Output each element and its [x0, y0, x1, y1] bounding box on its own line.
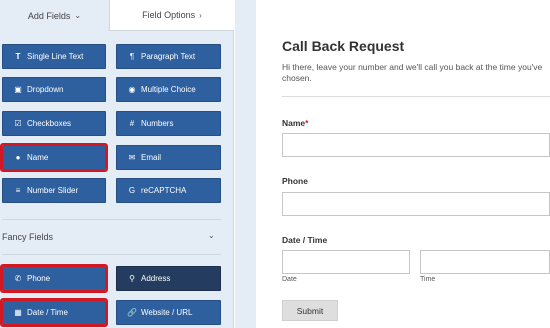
panel-tabs: Add Fields ⌄ Field Options › [0, 0, 234, 31]
field-label: Date / Time [27, 308, 68, 317]
tab-add-fields[interactable]: Add Fields ⌄ [0, 0, 110, 31]
field-label: Multiple Choice [141, 85, 196, 94]
slider-icon: ≡ [15, 186, 21, 195]
field-label: Checkboxes [27, 119, 72, 128]
description-divider [282, 96, 550, 97]
dropdown-button[interactable]: ▣ Dropdown [2, 77, 106, 102]
link-icon: 🔗 [127, 308, 137, 317]
phone-input[interactable] [282, 192, 550, 216]
date-sublabel: Date [282, 276, 297, 283]
text-icon: 𝐓 [15, 51, 21, 61]
form-title: Call Back Request [282, 38, 405, 54]
recaptcha-button[interactable]: G reCAPTCHA [116, 178, 221, 203]
section-divider [2, 219, 221, 220]
chevron-right-icon: › [199, 10, 202, 20]
phone-label: Phone [282, 176, 308, 186]
name-button[interactable]: ● Name [0, 143, 108, 172]
google-icon: G [128, 186, 136, 195]
radio-icon: ◉ [128, 85, 136, 94]
field-label: Email [141, 153, 162, 162]
tab-field-options-label: Field Options [142, 10, 196, 20]
number-slider-button[interactable]: ≡ Number Slider [2, 178, 106, 203]
map-marker-icon: ⚲ [129, 274, 135, 283]
checkboxes-button[interactable]: ☑ Checkboxes [2, 111, 106, 136]
section-divider [2, 254, 221, 255]
field-label: Dropdown [27, 85, 64, 94]
name-input[interactable] [282, 133, 550, 157]
website-url-button[interactable]: 🔗 Website / URL [116, 300, 221, 325]
user-icon: ● [15, 153, 21, 162]
field-label: Website / URL [141, 308, 193, 317]
checkbox-icon: ☑ [14, 119, 22, 128]
paragraph-text-button[interactable]: ¶ Paragraph Text [116, 44, 221, 69]
multiple-choice-button[interactable]: ◉ Multiple Choice [116, 77, 221, 102]
numbers-button[interactable]: # Numbers [116, 111, 221, 136]
field-label: Name [27, 153, 49, 162]
paragraph-icon: ¶ [129, 52, 135, 61]
hash-icon: # [129, 119, 135, 128]
form-preview: Call Back Request Hi there, leave your n… [256, 12, 550, 328]
phone-icon: ✆ [14, 274, 22, 283]
field-label: Numbers [141, 119, 174, 128]
field-label: Address [141, 274, 171, 283]
submit-button[interactable]: Submit [282, 300, 338, 321]
datetime-label: Date / Time [282, 235, 328, 245]
dropdown-icon: ▣ [14, 85, 22, 94]
fields-panel: Add Fields ⌄ Field Options › 𝐓 Single Li… [0, 0, 234, 328]
field-label: Number Slider [27, 186, 79, 195]
name-label: Name* [282, 118, 308, 128]
field-label: Phone [27, 274, 51, 283]
name-label-text: Name [282, 118, 306, 128]
field-label: reCAPTCHA [141, 186, 187, 195]
time-sublabel: Time [420, 276, 436, 283]
single-line-text-button[interactable]: 𝐓 Single Line Text [2, 44, 106, 69]
envelope-icon: ✉ [128, 153, 136, 162]
date-time-button[interactable]: ▦ Date / Time [0, 298, 108, 327]
chevron-down-icon[interactable]: ⌄ [208, 231, 215, 240]
required-mark: * [305, 118, 309, 128]
tab-field-options[interactable]: Field Options › [110, 0, 234, 31]
calendar-icon: ▦ [14, 308, 22, 317]
email-button[interactable]: ✉ Email [116, 145, 221, 170]
fancy-fields-title[interactable]: Fancy Fields [2, 232, 53, 242]
address-button[interactable]: ⚲ Address [116, 266, 221, 291]
chevron-down-icon: ⌄ [74, 11, 82, 20]
form-description: Hi there, leave your number and we'll ca… [282, 62, 543, 83]
panel-gutter [235, 0, 256, 328]
date-input[interactable] [282, 250, 410, 274]
field-label: Single Line Text [27, 52, 84, 61]
time-input[interactable] [420, 250, 550, 274]
phone-button[interactable]: ✆ Phone [0, 264, 108, 293]
tab-add-fields-label: Add Fields [27, 10, 71, 21]
field-label: Paragraph Text [141, 52, 196, 61]
